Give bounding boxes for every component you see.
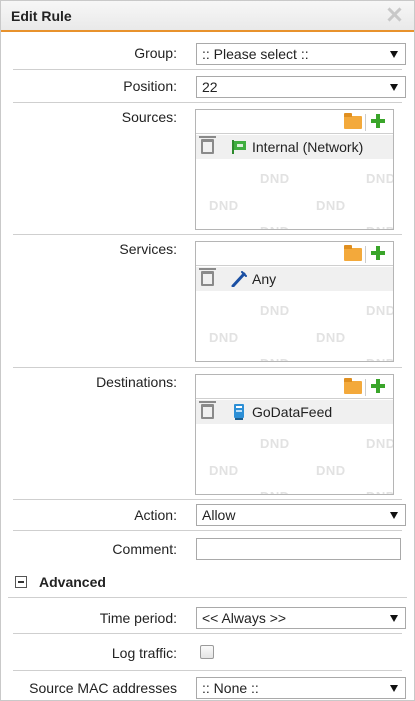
host-device-icon (234, 404, 244, 420)
action-label: Action: (134, 507, 177, 523)
time-period-select[interactable]: << Always >> (196, 607, 406, 629)
group-select-value: :: Please select :: (202, 46, 309, 62)
network-flag-icon (232, 140, 246, 154)
services-item-label: Any (252, 271, 277, 287)
destinations-list-item[interactable]: GoDataFeed (196, 400, 393, 424)
dnd-watermark: DND (260, 489, 290, 494)
sources-row: Sources: Internal (Network) DND DND DND … (13, 103, 402, 235)
add-icon[interactable] (370, 113, 386, 129)
dnd-watermark: DND (316, 330, 346, 345)
edit-rule-dialog: Edit Rule Group: :: Please select :: Pos… (0, 0, 415, 701)
position-label: Position: (123, 78, 177, 94)
services-row: Services: Any DND DND DND DND DND DND (13, 235, 402, 368)
log-traffic-checkbox[interactable] (200, 645, 214, 659)
dnd-watermark: DND (366, 171, 394, 186)
dnd-watermark: DND (260, 171, 290, 186)
sources-toolbar (196, 110, 393, 134)
services-toolbar (196, 242, 393, 266)
dialog-titlebar[interactable]: Edit Rule (1, 1, 414, 32)
dnd-watermark: DND (209, 330, 239, 345)
position-select[interactable]: 22 (196, 76, 406, 98)
group-row: Group: :: Please select :: (13, 38, 406, 70)
position-row: Position: 22 (13, 70, 406, 103)
add-icon[interactable] (370, 245, 386, 261)
group-select[interactable]: :: Please select :: (196, 43, 406, 65)
position-select-value: 22 (202, 79, 218, 95)
folder-icon[interactable] (344, 113, 362, 129)
action-select-value: Allow (202, 507, 236, 523)
dnd-watermark: DND (366, 356, 393, 361)
action-select[interactable]: Allow (196, 504, 406, 526)
dnd-watermark: DND (366, 489, 393, 494)
destinations-row: Destinations: GoDataFeed DND DND DND DND (13, 368, 402, 500)
comment-input[interactable] (196, 538, 401, 560)
dnd-watermark: DND (209, 198, 239, 213)
dnd-watermark: DND (366, 303, 394, 318)
trash-icon[interactable] (199, 401, 216, 419)
group-label: Group: (134, 45, 177, 61)
close-icon[interactable] (386, 6, 402, 22)
dnd-watermark: DND (316, 463, 346, 478)
comment-row: Comment: (13, 531, 402, 566)
toolbar-divider (365, 114, 366, 131)
any-service-icon (231, 271, 247, 287)
toolbar-divider (365, 379, 366, 396)
dnd-watermark: DND (260, 436, 290, 451)
services-label: Services: (119, 241, 177, 257)
log-traffic-row: Log traffic: (13, 634, 402, 671)
dnd-watermark: DND (366, 224, 393, 229)
sources-label: Sources: (121, 109, 177, 125)
collapse-toggle-icon[interactable] (15, 576, 27, 588)
dnd-watermark: DND (260, 224, 290, 229)
source-mac-select-value: :: None :: (202, 680, 259, 696)
folder-icon[interactable] (344, 378, 362, 394)
destinations-toolbar (196, 375, 393, 399)
dnd-watermark: DND (260, 303, 290, 318)
trash-icon[interactable] (199, 268, 216, 286)
services-object-box[interactable]: Any DND DND DND DND DND DND (195, 241, 394, 362)
destinations-item-label: GoDataFeed (252, 404, 333, 420)
chevron-down-icon (390, 685, 398, 692)
advanced-section-header[interactable]: Advanced (8, 567, 407, 598)
time-period-row: Time period: << Always >> (13, 601, 406, 634)
folder-icon[interactable] (344, 245, 362, 261)
source-mac-row: Source MAC addresses :: None :: (13, 671, 406, 701)
chevron-down-icon (390, 84, 398, 91)
sources-list-item[interactable]: Internal (Network) (196, 135, 393, 159)
chevron-down-icon (390, 512, 398, 519)
time-period-label: Time period: (99, 610, 177, 626)
sources-item-label: Internal (Network) (252, 139, 364, 155)
source-mac-select[interactable]: :: None :: (196, 677, 406, 699)
action-row: Action: Allow (13, 500, 406, 531)
chevron-down-icon (390, 51, 398, 58)
dnd-watermark: DND (366, 436, 394, 451)
time-period-select-value: << Always >> (202, 610, 287, 626)
dnd-watermark: DND (209, 463, 239, 478)
services-list-item[interactable]: Any (196, 267, 393, 291)
sources-object-box[interactable]: Internal (Network) DND DND DND DND DND D… (195, 109, 394, 230)
toolbar-divider (365, 246, 366, 263)
chevron-down-icon (390, 615, 398, 622)
log-traffic-label: Log traffic: (111, 645, 177, 661)
dnd-watermark: DND (260, 356, 290, 361)
dnd-watermark: DND (316, 198, 346, 213)
source-mac-label: Source MAC addresses (29, 680, 177, 696)
dialog-title: Edit Rule (11, 8, 72, 24)
destinations-object-box[interactable]: GoDataFeed DND DND DND DND DND DND (195, 374, 394, 495)
trash-icon[interactable] (199, 136, 216, 154)
advanced-section-title: Advanced (39, 574, 106, 590)
destinations-label: Destinations: (96, 374, 177, 390)
comment-label: Comment: (112, 541, 177, 557)
add-icon[interactable] (370, 378, 386, 394)
